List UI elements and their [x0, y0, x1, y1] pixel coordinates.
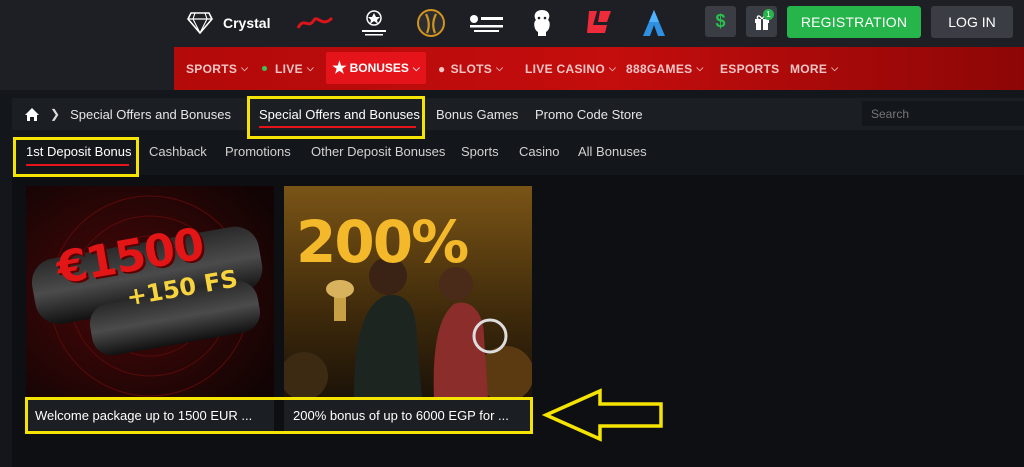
gift-badge: 1: [763, 9, 774, 20]
bonus-card[interactable]: €1500 +150 FS Welcome package up to 1500…: [26, 186, 274, 432]
filter-label: Casino: [519, 143, 560, 159]
live-dot-icon: [262, 66, 267, 71]
chevron-down-icon: ⌵: [496, 63, 504, 73]
chevron-down-icon: ⌵: [831, 63, 839, 73]
brand-name: Crystal: [223, 15, 271, 31]
nav-item-label: LIVE CASINO: [525, 61, 605, 76]
breadcrumb: ❯ Special Offers and Bonuses: [24, 98, 231, 130]
highlight-box: [25, 397, 533, 434]
nav-item-more[interactable]: MORE ⌵: [790, 47, 838, 90]
diamond-logo-icon[interactable]: Crystal: [187, 8, 270, 38]
breadcrumb-current[interactable]: Special Offers and Bonuses: [70, 107, 231, 122]
nav-item-live[interactable]: LIVE ⌵: [262, 47, 314, 90]
bonus-card[interactable]: 200% 200% bonus of up to 6000 EGP for ..…: [284, 186, 532, 432]
highlight-box: [13, 137, 139, 177]
chevron-right-icon: ❯: [50, 107, 61, 121]
laliga-logo-icon[interactable]: [585, 8, 613, 38]
nav-item-label: MORE: [790, 61, 828, 76]
home-icon[interactable]: [24, 107, 40, 122]
filter-label: Cashback: [149, 143, 207, 159]
tab-label: Bonus Games: [436, 106, 519, 122]
filter-casino[interactable]: Casino: [519, 140, 559, 162]
chevron-down-icon: ⌵: [696, 63, 704, 73]
nav-item-label: LIVE: [275, 61, 303, 76]
nav-item-label: BONUSES: [349, 61, 409, 75]
nav-item-label: SPORTS: [186, 61, 238, 76]
club-logo-icon[interactable]: [468, 8, 506, 38]
nav-item-live-casino[interactable]: LIVE CASINO ⌵: [525, 47, 616, 90]
chevron-down-icon: ⌵: [412, 62, 420, 73]
tab-bonus-games[interactable]: Bonus Games: [436, 98, 518, 130]
arrow-left-icon: [542, 388, 663, 442]
filter-label: Promotions: [225, 143, 291, 159]
seria-logo-icon[interactable]: [296, 8, 334, 38]
nav-item-esports[interactable]: ESPORTS: [720, 47, 779, 90]
gift-button[interactable]: 1: [746, 6, 777, 37]
star-icon: ★: [332, 60, 347, 77]
filter-other-deposit-bonuses[interactable]: Other Deposit Bonuses: [311, 140, 445, 162]
filter-all-bonuses[interactable]: All Bonuses: [578, 140, 647, 162]
nav-item-sports[interactable]: SPORTS ⌵: [186, 47, 248, 90]
wallet-button[interactable]: $: [705, 6, 736, 37]
filter-cashback[interactable]: Cashback: [149, 140, 207, 162]
tab-label: Promo Code Store: [535, 106, 643, 122]
filter-label: Other Deposit Bonuses: [311, 143, 446, 159]
login-button[interactable]: LOG IN: [931, 6, 1013, 38]
europa-league-logo-icon[interactable]: [417, 8, 445, 38]
nav-item-label: ESPORTS: [720, 61, 780, 76]
search-input[interactable]: [862, 101, 1024, 126]
nav-item-label: 888GAMES: [626, 61, 693, 76]
champions-league-logo-icon[interactable]: [357, 8, 391, 38]
dollar-icon: $: [715, 11, 726, 31]
main-nav: [0, 47, 1024, 90]
chevron-down-icon: ⌵: [241, 63, 249, 73]
chevron-down-icon: ⌵: [306, 63, 314, 73]
filter-label: Sports: [461, 143, 499, 159]
chevron-down-icon: ⌵: [608, 63, 617, 73]
premier-league-logo-icon[interactable]: [530, 8, 554, 38]
nav-item-bonuses[interactable]: ★ BONUSES ⌵: [326, 52, 426, 84]
nav-item-label: SLOTS: [450, 61, 493, 76]
tab-promo-code-store[interactable]: Promo Code Store: [535, 98, 643, 130]
highlight-box: [247, 96, 425, 139]
nav-item-slots[interactable]: ● SLOTS ⌵: [438, 47, 503, 90]
filter-sports[interactable]: Sports: [461, 140, 499, 162]
filter-promotions[interactable]: Promotions: [225, 140, 291, 162]
serie-a-logo-icon[interactable]: [641, 8, 667, 38]
cherry-icon: ●: [438, 61, 446, 76]
registration-button[interactable]: REGISTRATION: [787, 6, 921, 38]
filter-label: All Bonuses: [578, 143, 647, 159]
bonus-card-percent: 200%: [296, 208, 469, 276]
nav-item-888games[interactable]: 888GAMES ⌵: [626, 47, 704, 90]
